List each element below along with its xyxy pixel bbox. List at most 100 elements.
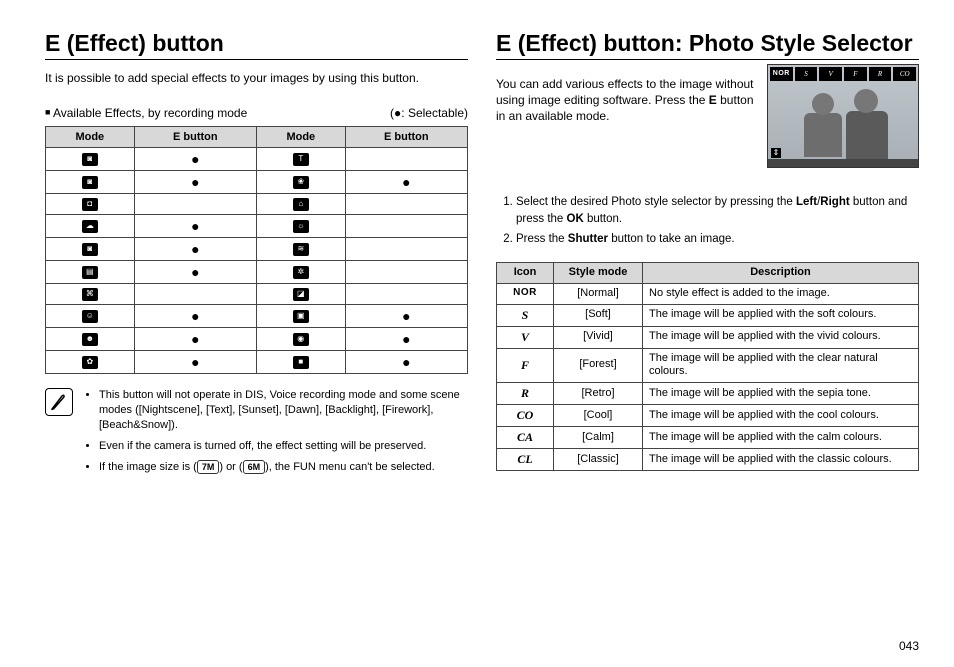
selectable-dot: ●	[191, 354, 199, 370]
preview-figure	[804, 113, 842, 157]
style-icon: S	[497, 304, 554, 326]
preview-figure	[846, 111, 888, 159]
effects-table: Mode E button Mode E button ●●●●●●●●●●●●	[45, 126, 468, 374]
style-mode: [Forest]	[554, 348, 643, 383]
table-row: S[Soft]The image will be applied with th…	[497, 304, 919, 326]
style-description: The image will be applied with the soft …	[643, 304, 919, 326]
camera-preview: NORSVFRCO ⇕	[767, 64, 919, 168]
selectable-dot: ●	[191, 218, 199, 234]
recording-mode-icon	[82, 333, 98, 346]
recording-mode-icon	[293, 243, 309, 256]
recording-mode-icon	[82, 243, 98, 256]
th-icon: Icon	[497, 263, 554, 284]
style-mode: [Calm]	[554, 427, 643, 449]
recording-mode-icon	[293, 198, 309, 211]
selectable-dot: ●	[402, 174, 410, 190]
note-icon	[45, 388, 73, 416]
style-icon: CA	[497, 427, 554, 449]
recording-mode-icon	[293, 153, 309, 166]
recording-mode-icon	[82, 198, 98, 211]
recording-mode-icon	[82, 356, 98, 369]
subhead-row: Available Effects, by recording mode (●:…	[45, 106, 468, 120]
th-style-mode: Style mode	[554, 263, 643, 284]
table-row	[46, 194, 468, 215]
style-description: The image will be applied with the sepia…	[643, 383, 919, 405]
selectable-dot: ●	[191, 331, 199, 347]
preview-bottombar	[768, 159, 918, 167]
recording-mode-icon	[82, 153, 98, 166]
preview-figure	[812, 93, 834, 115]
th-ebutton-1: E button	[134, 127, 256, 148]
image-size-icon: 7M	[197, 460, 220, 474]
recording-mode-icon	[82, 220, 98, 233]
style-description: No style effect is added to the image.	[643, 283, 919, 304]
style-icon: CL	[497, 449, 554, 471]
th-mode-2: Mode	[256, 127, 345, 148]
recording-mode-icon	[82, 288, 98, 301]
right-column: E (Effect) button: Photo Style Selector …	[496, 30, 919, 647]
recording-mode-icon	[293, 266, 309, 279]
left-intro: It is possible to add special effects to…	[45, 70, 468, 86]
recording-mode-icon	[293, 176, 309, 189]
table-row: CA[Calm]The image will be applied with t…	[497, 427, 919, 449]
image-size-icon: 6M	[243, 460, 266, 474]
style-description: The image will be applied with the vivid…	[643, 326, 919, 348]
left-subhead: Available Effects, by recording mode	[45, 106, 247, 120]
table-row: CO[Cool]The image will be applied with t…	[497, 405, 919, 427]
table-row: ●	[46, 238, 468, 261]
style-icon: R	[497, 383, 554, 405]
th-description: Description	[643, 263, 919, 284]
styles-table: Icon Style mode Description NOR[Normal]N…	[496, 262, 919, 471]
th-ebutton-2: E button	[345, 127, 467, 148]
left-legend: (●: Selectable)	[390, 106, 468, 120]
table-row: NOR[Normal]No style effect is added to t…	[497, 283, 919, 304]
step-item: Press the Shutter button to take an imag…	[516, 231, 919, 248]
selectable-dot: ●	[191, 264, 199, 280]
th-mode-1: Mode	[46, 127, 135, 148]
left-column: E (Effect) button It is possible to add …	[45, 30, 468, 647]
selectable-dot: ●	[191, 241, 199, 257]
left-heading: E (Effect) button	[45, 30, 468, 60]
recording-mode-icon	[293, 220, 309, 233]
note-item: If the image size is (7M) or (6M), the F…	[99, 460, 468, 475]
table-row: ●●	[46, 305, 468, 328]
table-row: ●	[46, 215, 468, 238]
preview-style-tab: NOR	[770, 67, 793, 81]
preview-style-tab: F	[844, 67, 867, 81]
table-row: F[Forest]The image will be applied with …	[497, 348, 919, 383]
table-row	[46, 284, 468, 305]
note-item: This button will not operate in DIS, Voi…	[99, 388, 468, 433]
selectable-dot: ●	[402, 331, 410, 347]
recording-mode-icon	[293, 333, 309, 346]
style-icon: F	[497, 348, 554, 383]
style-mode: [Soft]	[554, 304, 643, 326]
style-description: The image will be applied with the class…	[643, 449, 919, 471]
style-icon: V	[497, 326, 554, 348]
table-row: V[Vivid]The image will be applied with t…	[497, 326, 919, 348]
right-heading: E (Effect) button: Photo Style Selector	[496, 30, 919, 60]
style-mode: [Classic]	[554, 449, 643, 471]
preview-style-tab: S	[795, 67, 818, 81]
selectable-dot: ●	[191, 151, 199, 167]
selectable-dot: ●	[402, 354, 410, 370]
table-row: ●●	[46, 171, 468, 194]
table-row: ●	[46, 148, 468, 171]
table-row: CL[Classic]The image will be applied wit…	[497, 449, 919, 471]
table-row: ●●	[46, 351, 468, 374]
style-description: The image will be applied with the cool …	[643, 405, 919, 427]
recording-mode-icon	[82, 176, 98, 189]
right-top: You can add various effects to the image…	[496, 64, 919, 168]
style-mode: [Normal]	[554, 283, 643, 304]
recording-mode-icon	[293, 356, 309, 369]
updown-arrows-icon: ⇕	[771, 148, 781, 158]
style-icon: CO	[497, 405, 554, 427]
preview-style-tabs: NORSVFRCO	[770, 67, 916, 81]
recording-mode-icon	[293, 288, 309, 301]
style-description: The image will be applied with the clear…	[643, 348, 919, 383]
right-intro: You can add various effects to the image…	[496, 76, 755, 156]
page-number: 043	[899, 639, 919, 653]
recording-mode-icon	[82, 310, 98, 323]
steps-list: Select the desired Photo style selector …	[496, 194, 919, 252]
notes-list: This button will not operate in DIS, Voi…	[83, 388, 468, 480]
selectable-dot: ●	[191, 174, 199, 190]
